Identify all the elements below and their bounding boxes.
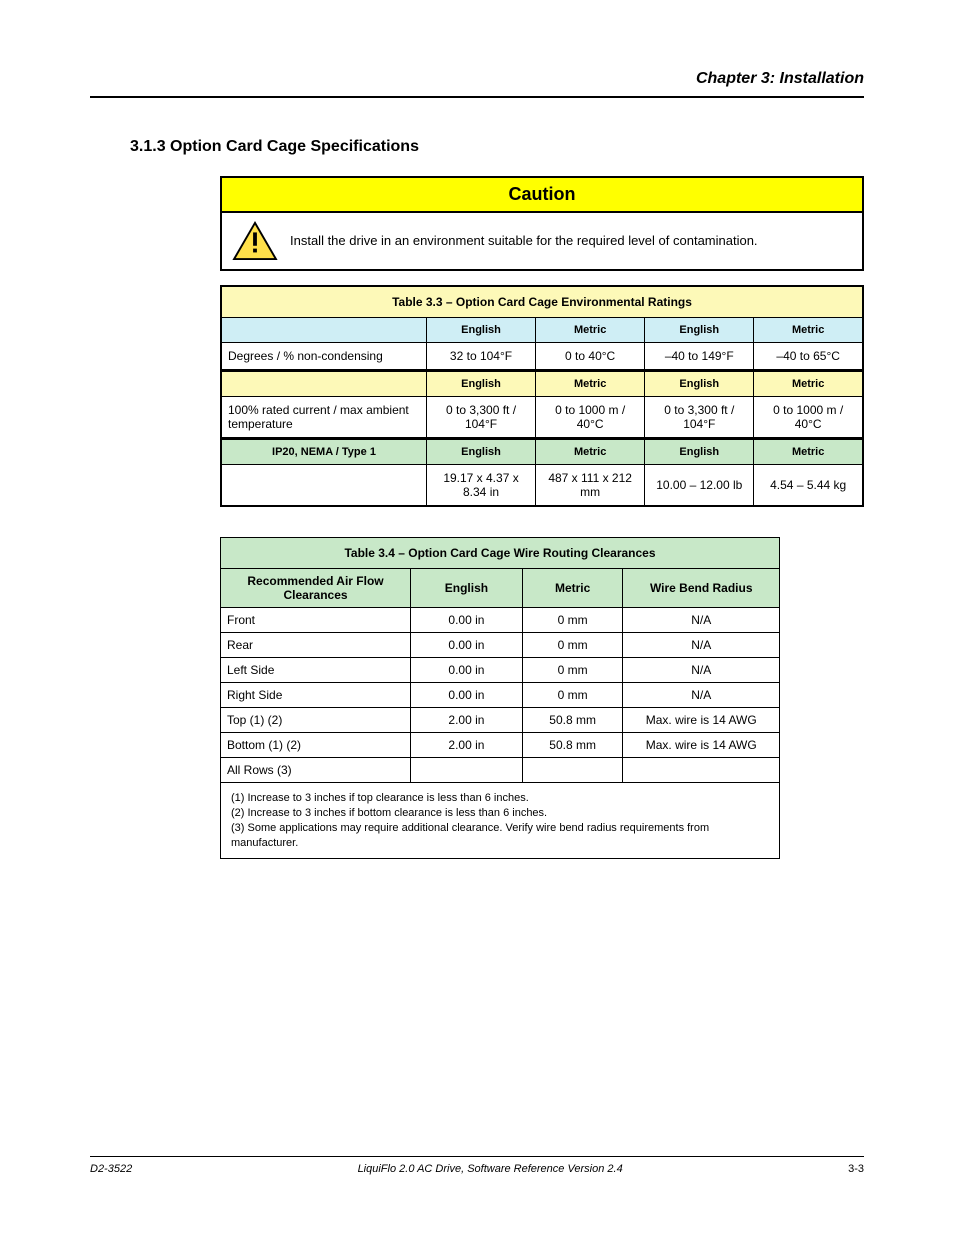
table-cell [623, 758, 780, 783]
table2-footnote: (1) Increase to 3 inches if top clearanc… [221, 783, 780, 859]
chapter-title: Chapter 3: Installation [696, 70, 864, 88]
table-cell: 0.00 in [411, 683, 523, 708]
table-cell: 2.00 in [411, 733, 523, 758]
table-row: Bottom (1) (2)2.00 in50.8 mmMax. wire is… [221, 733, 780, 758]
table1-g1-label: Degrees / % non-condensing [221, 343, 426, 371]
table2-h3: Wire Bend Radius [623, 569, 780, 608]
caution-title: Caution [222, 178, 862, 213]
footer-left: D2-3522 [90, 1163, 132, 1175]
table1-g3-h4: Metric [754, 439, 863, 465]
section-heading: 3.1.3 Option Card Cage Specifications [130, 138, 864, 156]
table-cell: 50.8 mm [522, 733, 623, 758]
table-cell: All Rows (3) [221, 758, 411, 783]
table1-g1-h3: English [645, 318, 754, 343]
warning-icon [232, 221, 278, 261]
table1-g3-h0: IP20, NEMA / Type 1 [221, 439, 426, 465]
table-row: Right Side0.00 in0 mmN/A [221, 683, 780, 708]
footer-right: 3-3 [848, 1163, 864, 1175]
table1-g2-h3: English [645, 371, 754, 397]
caution-text: Install the drive in an environment suit… [290, 232, 758, 250]
table1-g2-h0 [221, 371, 426, 397]
table1-g3-v1: 19.17 x 4.37 x 8.34 in [426, 465, 535, 507]
table1-g3-v4: 4.54 – 5.44 kg [754, 465, 863, 507]
table-cell: 0 mm [522, 683, 623, 708]
table1-g2-v1: 0 to 3,300 ft / 104°F [426, 397, 535, 439]
table-cell: Top (1) (2) [221, 708, 411, 733]
table1-g1-h0 [221, 318, 426, 343]
table1-g2-label: 100% rated current / max ambient tempera… [221, 397, 426, 439]
table1-g2-v3: 0 to 3,300 ft / 104°F [645, 397, 754, 439]
table-cell: N/A [623, 683, 780, 708]
environmental-ratings-table: Table 3.3 – Option Card Cage Environment… [220, 285, 864, 507]
table-cell: Rear [221, 633, 411, 658]
table-row: Left Side0.00 in0 mmN/A [221, 658, 780, 683]
table-cell [522, 758, 623, 783]
table1-g1-v4: –40 to 65°C [754, 343, 863, 371]
table1-g1-v3: –40 to 149°F [645, 343, 754, 371]
table2-h0: Recommended Air Flow Clearances [221, 569, 411, 608]
table1-g2-v2: 0 to 1000 m / 40°C [536, 397, 645, 439]
table1-g1-v1: 32 to 104°F [426, 343, 535, 371]
table1-g2-v4: 0 to 1000 m / 40°C [754, 397, 863, 439]
table-cell: 0.00 in [411, 658, 523, 683]
table-cell: Left Side [221, 658, 411, 683]
table1-g3-h3: English [645, 439, 754, 465]
table1-g2-h4: Metric [754, 371, 863, 397]
table1-g1-h1: English [426, 318, 535, 343]
table2-title: Table 3.4 – Option Card Cage Wire Routin… [221, 538, 780, 569]
table-row: Front0.00 in0 mmN/A [221, 608, 780, 633]
table-cell: Max. wire is 14 AWG [623, 708, 780, 733]
table-row: All Rows (3) [221, 758, 780, 783]
table-cell: Right Side [221, 683, 411, 708]
table2-h2: Metric [522, 569, 623, 608]
table-cell: 0.00 in [411, 633, 523, 658]
caution-box: Caution Install the drive in an environm… [220, 176, 864, 271]
page-footer: D2-3522 LiquiFlo 2.0 AC Drive, Software … [90, 1156, 864, 1175]
table-cell: Front [221, 608, 411, 633]
table1-g3-label [221, 465, 426, 507]
table1-g2-h1: English [426, 371, 535, 397]
table-cell: N/A [623, 633, 780, 658]
table1-g3-h1: English [426, 439, 535, 465]
table1-g3-v2: 487 x 111 x 212 mm [536, 465, 645, 507]
table-cell: Bottom (1) (2) [221, 733, 411, 758]
table1-g3-v3: 10.00 – 12.00 lb [645, 465, 754, 507]
table1-g1-v2: 0 to 40°C [536, 343, 645, 371]
table2-h1: English [411, 569, 523, 608]
table1-g1-h4: Metric [754, 318, 863, 343]
table-cell: N/A [623, 658, 780, 683]
table-row: Top (1) (2)2.00 in50.8 mmMax. wire is 14… [221, 708, 780, 733]
table-cell: 50.8 mm [522, 708, 623, 733]
table-cell: 2.00 in [411, 708, 523, 733]
footer-center: LiquiFlo 2.0 AC Drive, Software Referenc… [358, 1163, 623, 1175]
wire-routing-table: Table 3.4 – Option Card Cage Wire Routin… [220, 537, 780, 859]
page-header: Chapter 3: Installation [90, 70, 864, 98]
table1-g2-h2: Metric [536, 371, 645, 397]
table-cell [411, 758, 523, 783]
table-cell: N/A [623, 608, 780, 633]
table1-g1-h2: Metric [536, 318, 645, 343]
table-row: Rear0.00 in0 mmN/A [221, 633, 780, 658]
table-cell: 0 mm [522, 608, 623, 633]
table1-title: Table 3.3 – Option Card Cage Environment… [221, 286, 863, 318]
table-cell: 0.00 in [411, 608, 523, 633]
caution-body: Install the drive in an environment suit… [222, 213, 862, 269]
table-cell: Max. wire is 14 AWG [623, 733, 780, 758]
table-cell: 0 mm [522, 658, 623, 683]
table-cell: 0 mm [522, 633, 623, 658]
table1-g3-h2: Metric [536, 439, 645, 465]
